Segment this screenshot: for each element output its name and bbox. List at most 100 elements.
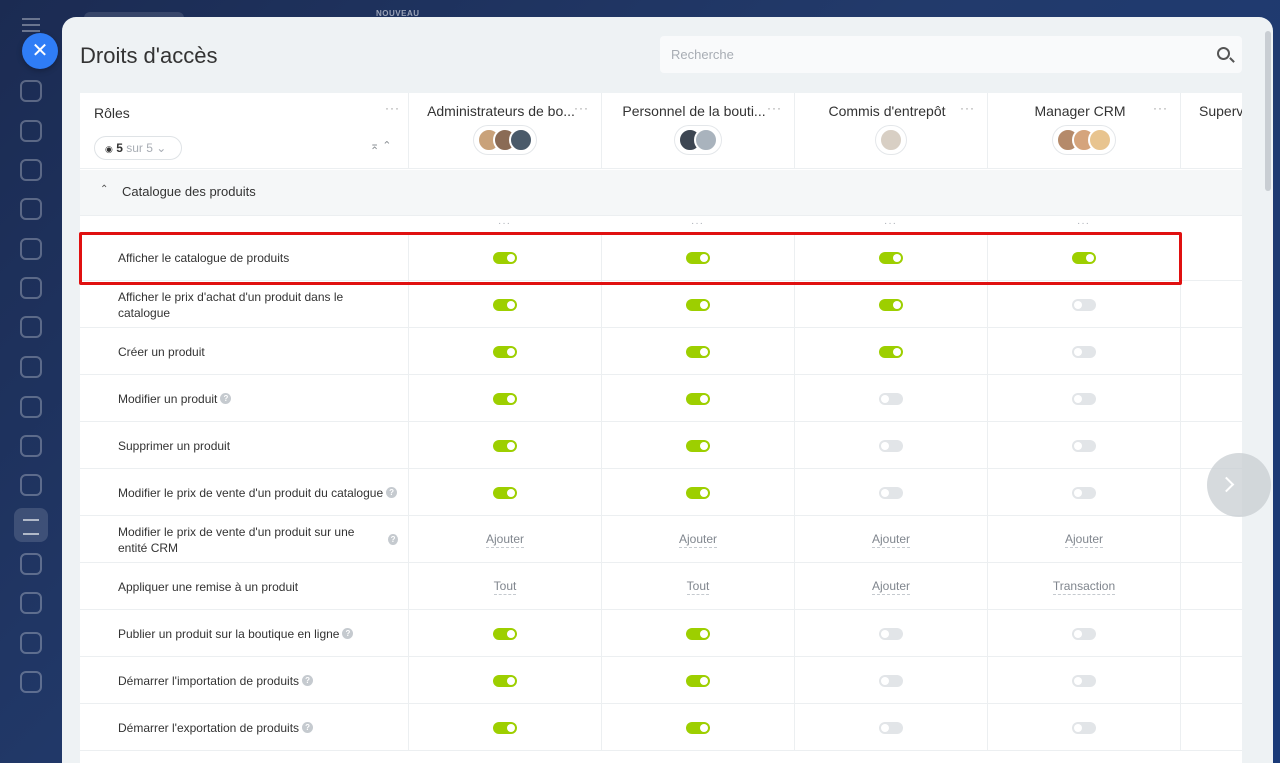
permission-value-link[interactable]: Ajouter — [871, 532, 911, 548]
permission-toggle[interactable] — [686, 627, 710, 640]
sidebar-calendar-icon[interactable] — [20, 198, 42, 220]
permission-toggle[interactable] — [1072, 486, 1096, 499]
sidebar-box-icon[interactable] — [20, 553, 42, 575]
column-more-icon[interactable]: ··· — [574, 101, 589, 115]
sidebar-mail-icon[interactable] — [20, 316, 42, 338]
column-more-icon[interactable]: ··· — [1153, 101, 1168, 115]
help-icon[interactable]: ? — [302, 675, 314, 686]
sidebar-cart-icon[interactable] — [20, 592, 42, 614]
permission-cell — [794, 234, 987, 281]
sidebar-shop-icon[interactable] — [20, 632, 42, 654]
permission-toggle[interactable] — [686, 345, 710, 358]
permission-toggle[interactable] — [686, 486, 710, 499]
permission-value-link[interactable]: Ajouter — [678, 532, 718, 548]
permission-toggle[interactable] — [686, 392, 710, 405]
sidebar-board-icon[interactable] — [20, 435, 42, 457]
column-name[interactable]: Personnel de la bouti... — [602, 103, 794, 119]
permission-toggle[interactable] — [686, 251, 710, 264]
permission-toggle[interactable] — [879, 439, 903, 452]
permission-toggle[interactable] — [879, 721, 903, 734]
permission-toggle[interactable] — [1072, 721, 1096, 734]
permission-toggle[interactable] — [493, 627, 517, 640]
permission-toggle[interactable] — [1072, 298, 1096, 311]
avatar-group[interactable] — [1052, 125, 1116, 155]
table-row: Supprimer un produit — [80, 422, 1242, 469]
collapse-expand-icon[interactable]: ⌅ ⌃ — [370, 139, 392, 152]
scrollbar[interactable] — [1265, 31, 1271, 191]
permission-toggle[interactable] — [879, 298, 903, 311]
sidebar-chat-icon[interactable] — [20, 120, 42, 142]
roles-filter-button[interactable]: ◉ 5 sur 5 ⌄ — [94, 136, 182, 160]
help-icon[interactable]: ? — [342, 628, 354, 639]
permission-cell — [601, 610, 794, 657]
more-icon[interactable]: ··· — [794, 218, 987, 229]
more-icon[interactable]: ··· — [987, 218, 1180, 229]
avatar-group[interactable] — [473, 125, 537, 155]
column-name[interactable]: Superv — [1181, 103, 1242, 119]
column-name[interactable]: Administrateurs de bo... — [409, 103, 601, 119]
help-icon[interactable]: ? — [388, 534, 398, 545]
roles-more-icon[interactable]: ··· — [385, 101, 400, 115]
permission-toggle[interactable] — [1072, 627, 1096, 640]
column-name[interactable]: Commis d'entrepôt — [795, 103, 987, 119]
chevron-up-icon[interactable]: ⌃ — [100, 184, 108, 195]
help-icon[interactable]: ? — [220, 393, 232, 404]
permission-toggle[interactable] — [493, 486, 517, 499]
sidebar-contacts-icon[interactable] — [20, 356, 42, 378]
more-icon[interactable]: ··· — [601, 218, 794, 229]
permission-value-link[interactable]: Ajouter — [1064, 532, 1104, 548]
permission-toggle[interactable] — [686, 721, 710, 734]
permission-toggle[interactable] — [1072, 439, 1096, 452]
permission-toggle[interactable] — [879, 486, 903, 499]
sidebar-feed-icon[interactable] — [20, 80, 42, 102]
permission-toggle[interactable] — [493, 439, 517, 452]
column-more-icon[interactable]: ··· — [960, 101, 975, 115]
permission-value-link[interactable]: Tout — [493, 579, 517, 595]
permission-toggle[interactable] — [686, 674, 710, 687]
column-name[interactable]: Manager CRM — [988, 103, 1180, 119]
permission-toggle[interactable] — [1072, 345, 1096, 358]
search-input[interactable] — [660, 36, 1242, 73]
menu-icon[interactable] — [22, 18, 40, 32]
sidebar-bag-icon[interactable] — [20, 671, 42, 693]
column-more-icon[interactable]: ··· — [767, 101, 782, 115]
table-row: Démarrer l'importation de produits? — [80, 657, 1242, 704]
help-icon[interactable]: ? — [386, 487, 398, 498]
sidebar-check-icon[interactable] — [20, 474, 42, 496]
permission-cell: Ajouter — [794, 516, 987, 563]
permission-toggle[interactable] — [879, 345, 903, 358]
more-icon[interactable]: ··· — [408, 218, 601, 229]
permission-toggle[interactable] — [1072, 251, 1096, 264]
avatar-group[interactable] — [875, 125, 907, 155]
sidebar-docs-icon[interactable] — [20, 238, 42, 260]
permission-toggle[interactable] — [686, 298, 710, 311]
permission-toggle[interactable] — [493, 251, 517, 264]
permission-toggle[interactable] — [879, 674, 903, 687]
permission-toggle[interactable] — [686, 439, 710, 452]
permission-toggle[interactable] — [879, 392, 903, 405]
avatar-group[interactable] — [674, 125, 722, 155]
permission-toggle[interactable] — [879, 627, 903, 640]
permission-toggle[interactable] — [493, 392, 517, 405]
permission-value-link[interactable]: Ajouter — [871, 579, 911, 595]
permission-toggle[interactable] — [493, 674, 517, 687]
permission-value-link[interactable]: Tout — [686, 579, 710, 595]
sidebar-tasks-icon[interactable] — [20, 159, 42, 181]
permission-toggle[interactable] — [493, 721, 517, 734]
permission-toggle[interactable] — [493, 345, 517, 358]
permission-value-link[interactable]: Ajouter — [485, 532, 525, 548]
help-icon[interactable]: ? — [302, 722, 314, 733]
sidebar-hex-icon[interactable] — [20, 396, 42, 418]
permission-toggle[interactable] — [1072, 674, 1096, 687]
close-panel-button[interactable]: ✕ — [22, 33, 58, 69]
section-header[interactable]: ⌃ Catalogue des produits — [80, 170, 1242, 216]
permission-toggle[interactable] — [879, 251, 903, 264]
search-icon[interactable] — [1217, 47, 1230, 60]
sidebar-card-icon[interactable] — [20, 277, 42, 299]
scroll-right-button[interactable] — [1207, 453, 1271, 517]
permission-cell — [987, 704, 1180, 751]
permission-value-link[interactable]: Transaction — [1052, 579, 1116, 595]
permission-toggle[interactable] — [493, 298, 517, 311]
sidebar-filter-icon[interactable] — [14, 508, 48, 542]
permission-toggle[interactable] — [1072, 392, 1096, 405]
